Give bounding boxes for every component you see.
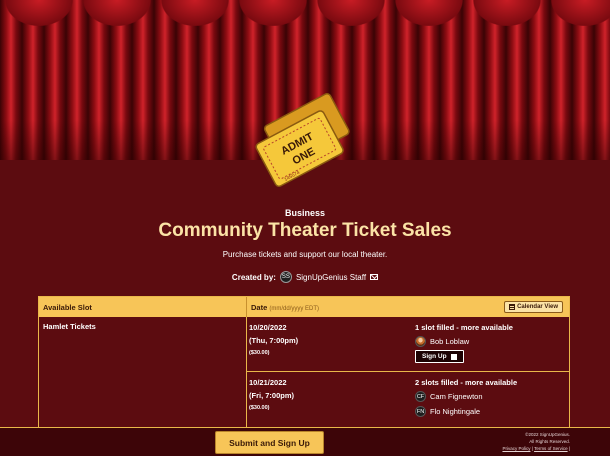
page-title: Community Theater Ticket Sales	[158, 220, 452, 241]
calendar-icon	[509, 304, 516, 310]
organization-label: Business	[284, 208, 326, 218]
slot-name: Hamlet Tickets	[39, 317, 247, 429]
date-cell: 10/20/2022 (Thu, 7:00pm) ($30.00)	[249, 321, 415, 371]
slot-date: 10/20/2022	[249, 323, 287, 332]
slot-price: ($30.00)	[249, 405, 270, 411]
slot-status: 2 slots filled - more available	[415, 378, 518, 387]
participant-name: Flo Nightingale	[430, 407, 481, 416]
slot-price: ($30.00)	[249, 350, 270, 356]
calendar-view-button[interactable]: Calendar View	[504, 301, 563, 313]
table-header: Available Slot Date (mm/dd/yyyy EDT) Cal…	[39, 297, 569, 317]
participant-name: Bob Loblaw	[430, 337, 470, 346]
slot-time: (Fri, 7:00pm)	[249, 391, 295, 400]
participant-name: Cam Fignewton	[430, 392, 483, 401]
status-cell: 2 slots filled - more available CF Cam F…	[415, 376, 567, 425]
participant: CF Cam Fignewton	[415, 391, 567, 402]
column-header-slot: Available Slot	[39, 297, 247, 317]
rights-reserved: All Rights Reserved.	[529, 439, 570, 444]
column-header-date: Date (mm/dd/yyyy EDT) Calendar View	[247, 297, 569, 317]
participant: FN Flo Nightingale	[415, 406, 567, 417]
submit-and-sign-up-button[interactable]: Submit and Sign Up	[215, 431, 324, 454]
participant-avatar: CF	[415, 391, 426, 402]
creator-avatar: SS	[279, 271, 292, 283]
table-row: 10/21/2022 (Fri, 7:00pm) ($30.00) 2 slot…	[247, 371, 569, 425]
sign-up-button[interactable]: Sign Up	[415, 350, 464, 363]
curtain-valance	[0, 0, 610, 26]
copyright: ©2022 SignUpGenius.	[525, 432, 570, 437]
table-row: 10/20/2022 (Thu, 7:00pm) ($30.00) 1 slot…	[247, 317, 569, 371]
signup-table: Available Slot Date (mm/dd/yyyy EDT) Cal…	[38, 296, 570, 429]
date-format-hint: (mm/dd/yyyy EDT)	[269, 305, 320, 312]
calendar-view-label: Calendar View	[517, 304, 558, 310]
date-header-label: Date	[251, 302, 268, 312]
sign-up-checkbox[interactable]	[450, 353, 457, 360]
slot-time: (Thu, 7:00pm)	[249, 336, 299, 345]
created-by-label: Created by:	[231, 272, 276, 282]
creator-name[interactable]: SignUpGenius Staff	[296, 273, 366, 282]
slot-date: 10/21/2022	[249, 378, 287, 387]
date-rows: 10/20/2022 (Thu, 7:00pm) ($30.00) 1 slot…	[247, 317, 569, 429]
participant-avatar: FN	[415, 406, 426, 417]
legal-text: ©2022 SignUpGenius. All Rights Reserved.…	[502, 432, 570, 451]
privacy-policy-link[interactable]: Privacy Policy	[502, 446, 530, 451]
participant-avatar	[415, 336, 426, 347]
admit-one-ticket-image: ADMIT ONE 145574	[255, 93, 350, 187]
mail-icon[interactable]	[370, 274, 379, 280]
status-cell: 1 slot filled - more available Bob Lobla…	[415, 321, 567, 371]
table-body: Hamlet Tickets 10/20/2022 (Thu, 7:00pm) …	[39, 317, 569, 429]
slot-status: 1 slot filled - more available	[415, 323, 513, 332]
sign-up-label: Sign Up	[422, 353, 447, 360]
terms-of-service-link[interactable]: Terms of Service	[534, 446, 568, 451]
date-cell: 10/21/2022 (Fri, 7:00pm) ($30.00)	[249, 376, 415, 425]
page-description: Purchase tickets and support our local t…	[222, 250, 388, 259]
participant: Bob Loblaw	[415, 336, 567, 347]
created-by: Created by: SS SignUpGenius Staff	[0, 271, 610, 283]
